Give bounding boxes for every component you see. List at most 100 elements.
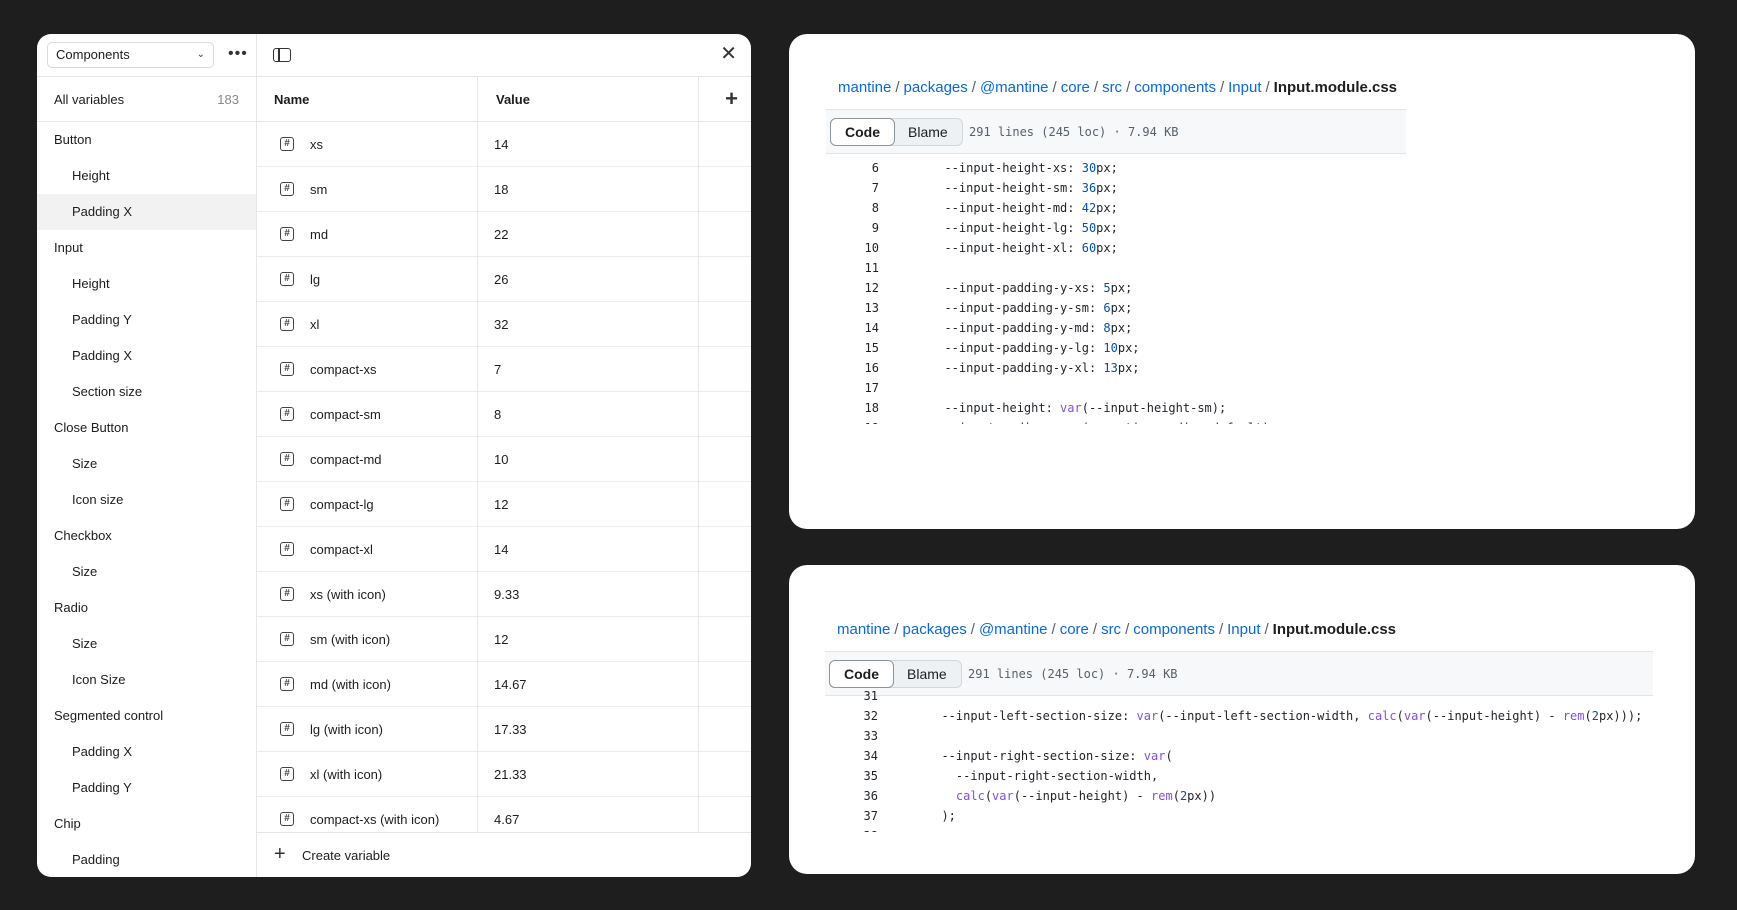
- table-row[interactable]: # compact-sm 8: [257, 392, 751, 437]
- line-number[interactable]: 33: [825, 726, 878, 746]
- table-row[interactable]: # compact-md 10: [257, 437, 751, 482]
- variable-value[interactable]: 14.67: [494, 662, 527, 707]
- sidebar-subitem[interactable]: Section size: [37, 374, 256, 410]
- sidebar-subitem[interactable]: Size: [37, 446, 256, 482]
- line-number[interactable]: 10: [826, 238, 879, 258]
- line-number[interactable]: 31: [825, 686, 878, 706]
- collection-dropdown[interactable]: Components ⌄: [47, 42, 214, 68]
- table-row[interactable]: # md (with icon) 14.67: [257, 662, 751, 707]
- more-options-icon[interactable]: •••: [228, 45, 248, 63]
- variable-value[interactable]: 14: [494, 527, 508, 572]
- sidebar-subitem[interactable]: Height: [37, 158, 256, 194]
- line-number[interactable]: 17: [826, 378, 879, 398]
- breadcrumb-link[interactable]: src: [1101, 621, 1121, 638]
- table-row[interactable]: # compact-lg 12: [257, 482, 751, 527]
- variable-value[interactable]: 12: [494, 617, 508, 662]
- breadcrumb-link[interactable]: core: [1061, 79, 1090, 96]
- variable-value[interactable]: 9.33: [494, 572, 519, 617]
- table-row[interactable]: # lg (with icon) 17.33: [257, 707, 751, 752]
- line-number[interactable]: 38: [825, 826, 878, 832]
- variable-value[interactable]: 17.33: [494, 707, 527, 752]
- sidebar-subitem[interactable]: Icon size: [37, 482, 256, 518]
- line-number[interactable]: 16: [826, 358, 879, 378]
- blame-tab[interactable]: Blame: [894, 119, 962, 145]
- table-row[interactable]: # lg 26: [257, 257, 751, 302]
- variable-value[interactable]: 26: [494, 257, 508, 302]
- all-variables-count: 183: [217, 92, 239, 107]
- line-number[interactable]: 7: [826, 178, 879, 198]
- code-token: --input-height-md:: [930, 201, 1082, 215]
- variable-value[interactable]: 14: [494, 122, 508, 167]
- sidebar-subitem[interactable]: Padding X: [37, 194, 256, 230]
- breadcrumb-link[interactable]: mantine: [837, 621, 890, 638]
- sidebar-subitem[interactable]: Padding: [37, 842, 256, 877]
- sidebar-group[interactable]: Button: [37, 122, 256, 158]
- line-number[interactable]: 8: [826, 198, 879, 218]
- breadcrumb-link[interactable]: packages: [903, 621, 967, 638]
- line-number[interactable]: 15: [826, 338, 879, 358]
- table-row[interactable]: # xl 32: [257, 302, 751, 347]
- table-row[interactable]: # xs (with icon) 9.33: [257, 572, 751, 617]
- variable-value[interactable]: 21.33: [494, 752, 527, 797]
- add-mode-icon[interactable]: +: [725, 88, 738, 110]
- blame-tab[interactable]: Blame: [893, 661, 961, 687]
- sidebar-group[interactable]: Chip: [37, 806, 256, 842]
- variable-value[interactable]: 10: [494, 437, 508, 482]
- code-tab[interactable]: Code: [829, 660, 894, 688]
- line-number[interactable]: 14: [826, 318, 879, 338]
- sidebar-subitem[interactable]: Icon Size: [37, 662, 256, 698]
- line-number[interactable]: 13: [826, 298, 879, 318]
- breadcrumb-link[interactable]: components: [1133, 621, 1215, 638]
- sidebar-group[interactable]: Radio: [37, 590, 256, 626]
- sidebar-subitem[interactable]: Padding X: [37, 338, 256, 374]
- table-row[interactable]: # sm 18: [257, 167, 751, 212]
- close-icon[interactable]: ✕: [720, 44, 737, 64]
- line-number[interactable]: 34: [825, 746, 878, 766]
- sidebar-group[interactable]: Segmented control: [37, 698, 256, 734]
- line-number[interactable]: 37: [825, 806, 878, 826]
- breadcrumb-link[interactable]: mantine: [838, 79, 891, 96]
- breadcrumb-link[interactable]: Input: [1228, 79, 1261, 96]
- variable-value[interactable]: 12: [494, 482, 508, 527]
- table-row[interactable]: # md 22: [257, 212, 751, 257]
- breadcrumb-link[interactable]: @mantine: [979, 621, 1048, 638]
- sidebar-subitem[interactable]: Padding Y: [37, 302, 256, 338]
- breadcrumb-link[interactable]: src: [1102, 79, 1122, 96]
- code-tab[interactable]: Code: [830, 118, 895, 146]
- variable-value[interactable]: 18: [494, 167, 508, 212]
- variable-value[interactable]: 22: [494, 212, 508, 257]
- variable-value[interactable]: 7: [494, 347, 501, 392]
- sidebar-group[interactable]: Checkbox: [37, 518, 256, 554]
- all-variables-item[interactable]: All variables 183: [37, 77, 256, 122]
- toggle-sidebar-icon[interactable]: [273, 48, 291, 62]
- table-row[interactable]: # xl (with icon) 21.33: [257, 752, 751, 797]
- sidebar-subitem[interactable]: Height: [37, 266, 256, 302]
- sidebar-group[interactable]: Close Button: [37, 410, 256, 446]
- breadcrumb-link[interactable]: Input: [1227, 621, 1260, 638]
- table-row[interactable]: # compact-xs 7: [257, 347, 751, 392]
- variable-value[interactable]: 32: [494, 302, 508, 347]
- line-number[interactable]: 35: [825, 766, 878, 786]
- table-row[interactable]: # sm (with icon) 12: [257, 617, 751, 662]
- line-number[interactable]: 36: [825, 786, 878, 806]
- variable-value[interactable]: 8: [494, 392, 501, 437]
- line-number[interactable]: 9: [826, 218, 879, 238]
- sidebar-group[interactable]: Input: [37, 230, 256, 266]
- line-number[interactable]: 6: [826, 158, 879, 178]
- sidebar-subitem[interactable]: Padding X: [37, 734, 256, 770]
- line-number[interactable]: 19: [826, 418, 879, 424]
- create-variable-button[interactable]: + Create variable: [257, 832, 751, 877]
- table-row[interactable]: # compact-xl 14: [257, 527, 751, 572]
- sidebar-subitem[interactable]: Size: [37, 554, 256, 590]
- sidebar-subitem[interactable]: Size: [37, 626, 256, 662]
- breadcrumb-link[interactable]: components: [1134, 79, 1216, 96]
- sidebar-subitem[interactable]: Padding Y: [37, 770, 256, 806]
- line-number[interactable]: 32: [825, 706, 878, 726]
- table-row[interactable]: # xs 14: [257, 122, 751, 167]
- breadcrumb-link[interactable]: packages: [904, 79, 968, 96]
- line-number[interactable]: 12: [826, 278, 879, 298]
- line-number[interactable]: 18: [826, 398, 879, 418]
- line-number[interactable]: 11: [826, 258, 879, 278]
- breadcrumb-link[interactable]: core: [1060, 621, 1089, 638]
- breadcrumb-link[interactable]: @mantine: [980, 79, 1049, 96]
